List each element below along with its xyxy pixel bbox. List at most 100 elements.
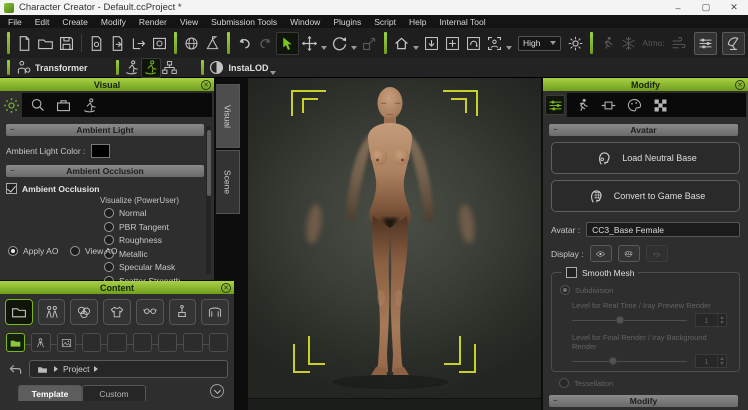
modify-appearance-tab-icon[interactable] [625, 96, 643, 114]
display-eye-button[interactable] [590, 245, 612, 262]
camera-frame-icon[interactable] [484, 33, 505, 54]
preferences-sliders-icon[interactable] [694, 32, 717, 55]
viewport-3d[interactable] [248, 78, 541, 410]
fit-view-icon[interactable] [421, 33, 442, 54]
menu-script[interactable]: Script [374, 17, 396, 27]
visual-panel-close-icon[interactable]: ✕ [201, 80, 211, 90]
render-style-icon[interactable] [722, 32, 745, 55]
level-final-slider[interactable] [572, 356, 687, 366]
level-realtime-spinbox[interactable]: 1 [695, 313, 727, 327]
expand-chevron-icon[interactable] [210, 384, 224, 398]
spinner-arrows-icon[interactable] [717, 314, 726, 326]
visual-camera-tab-icon[interactable] [28, 96, 46, 114]
visualize-radio-pbr-tangent[interactable] [104, 222, 114, 232]
home-view-dropdown[interactable] [413, 46, 419, 50]
spinner-arrows-icon[interactable] [717, 355, 726, 367]
visual-shadow-tab-icon[interactable] [54, 96, 72, 114]
export-icon[interactable] [128, 33, 149, 54]
dock-tab-visual[interactable]: Visual [216, 84, 240, 148]
visualize-radio-specular-mask[interactable] [104, 262, 114, 272]
category-material-icon[interactable] [70, 299, 98, 325]
atmosphere-icon[interactable] [618, 33, 639, 54]
menu-window[interactable]: Window [290, 17, 320, 27]
category-actor-icon[interactable] [38, 299, 66, 325]
redo-icon[interactable] [255, 33, 276, 54]
undo-icon[interactable] [234, 33, 255, 54]
menu-render[interactable]: Render [139, 17, 167, 27]
select-tool-icon[interactable] [276, 32, 299, 55]
subcategory-folder-icon[interactable] [6, 333, 25, 352]
category-pose-icon[interactable] [169, 299, 197, 325]
modify-section-header[interactable]: − Modify [549, 395, 738, 407]
instalod-logo-icon[interactable] [208, 59, 226, 77]
breadcrumb-project[interactable]: Project [63, 364, 89, 374]
convert-to-game-base-button[interactable]: Convert to Game Base [551, 180, 740, 212]
apply-ao-radio[interactable] [8, 246, 18, 256]
subdivision-radio[interactable] [560, 285, 570, 295]
motion-blur-icon[interactable] [597, 33, 618, 54]
sync-online-icon[interactable] [181, 33, 202, 54]
avatar-name-field[interactable]: CC3_Base Female [586, 222, 740, 237]
dock-tab-scene[interactable]: Scene [216, 150, 240, 214]
menu-help[interactable]: Help [409, 17, 426, 27]
level-realtime-slider[interactable] [572, 315, 687, 325]
lighting-icon[interactable] [565, 33, 586, 54]
center-view-icon[interactable] [442, 33, 463, 54]
category-stage-icon[interactable] [201, 299, 229, 325]
visualize-radio-normal[interactable] [104, 208, 114, 218]
new-project-icon[interactable] [14, 33, 35, 54]
modify-panel-close-icon[interactable]: ✕ [735, 80, 745, 90]
tessellation-radio[interactable] [559, 378, 569, 388]
menu-internal-tool[interactable]: Internal Tool [439, 17, 485, 27]
display-eyelash-button[interactable] [646, 245, 668, 262]
pose-a-icon[interactable] [123, 59, 141, 77]
smooth-mesh-checkbox[interactable] [566, 267, 577, 278]
move-tool-dropdown[interactable] [321, 46, 327, 50]
visual-display-tab-icon[interactable] [2, 96, 20, 114]
menu-plugins[interactable]: Plugins [333, 17, 361, 27]
breadcrumb-back-icon[interactable] [6, 360, 24, 378]
render-image-icon[interactable] [149, 33, 170, 54]
hierarchy-icon[interactable] [161, 59, 179, 77]
transformer-icon[interactable] [14, 59, 32, 77]
menu-view[interactable]: View [180, 17, 198, 27]
tab-custom[interactable]: Custom [82, 385, 146, 401]
modify-morph-tab-icon[interactable] [599, 96, 617, 114]
level-final-spinbox[interactable]: 1 [695, 354, 727, 368]
transformer-label[interactable]: Transformer [35, 63, 88, 73]
maximize-button[interactable]: ▢ [692, 0, 720, 15]
modify-panel-header[interactable]: Modify ✕ [543, 78, 748, 91]
instalod-label[interactable]: InstaLOD [229, 63, 269, 73]
export-document-icon[interactable] [107, 33, 128, 54]
ambient-light-section-header[interactable]: − Ambient Light [6, 124, 204, 136]
visual-pose-tab-icon[interactable] [80, 96, 98, 114]
category-all-folder-icon[interactable] [5, 299, 33, 325]
ambient-occlusion-checkbox[interactable] [6, 183, 17, 194]
tab-template[interactable]: Template [18, 385, 82, 401]
menu-edit[interactable]: Edit [35, 17, 50, 27]
subcategory-avatar-icon[interactable] [31, 333, 50, 352]
minimize-button[interactable]: – [664, 0, 692, 15]
move-tool-icon[interactable] [299, 33, 320, 54]
export-model-icon[interactable] [202, 33, 223, 54]
pose-b-icon[interactable] [141, 58, 161, 78]
category-cloth-icon[interactable] [103, 299, 131, 325]
visualize-radio-roughness[interactable] [104, 235, 114, 245]
content-panel-header[interactable]: Content ✕ [0, 281, 234, 294]
ambient-light-color-swatch[interactable] [91, 144, 110, 158]
category-accessory-icon[interactable] [136, 299, 164, 325]
visual-scrollbar[interactable] [206, 126, 211, 274]
open-project-icon[interactable] [35, 33, 56, 54]
subcategory-image-icon[interactable] [57, 333, 76, 352]
modify-texture-tab-icon[interactable] [651, 96, 669, 114]
ambient-occlusion-section-header[interactable]: − Ambient Occlusion [6, 165, 204, 177]
render-quality-select[interactable]: High [518, 36, 561, 51]
load-neutral-base-button[interactable]: Load Neutral Base [551, 142, 740, 174]
reset-view-icon[interactable] [463, 33, 484, 54]
display-teeth-button[interactable] [618, 245, 640, 262]
instalod-dropdown[interactable] [270, 71, 276, 75]
visual-panel-header[interactable]: Visual ✕ [0, 78, 214, 91]
rotate-tool-icon[interactable] [329, 33, 350, 54]
camera-frame-dropdown[interactable] [506, 46, 512, 50]
menu-modify[interactable]: Modify [101, 17, 126, 27]
